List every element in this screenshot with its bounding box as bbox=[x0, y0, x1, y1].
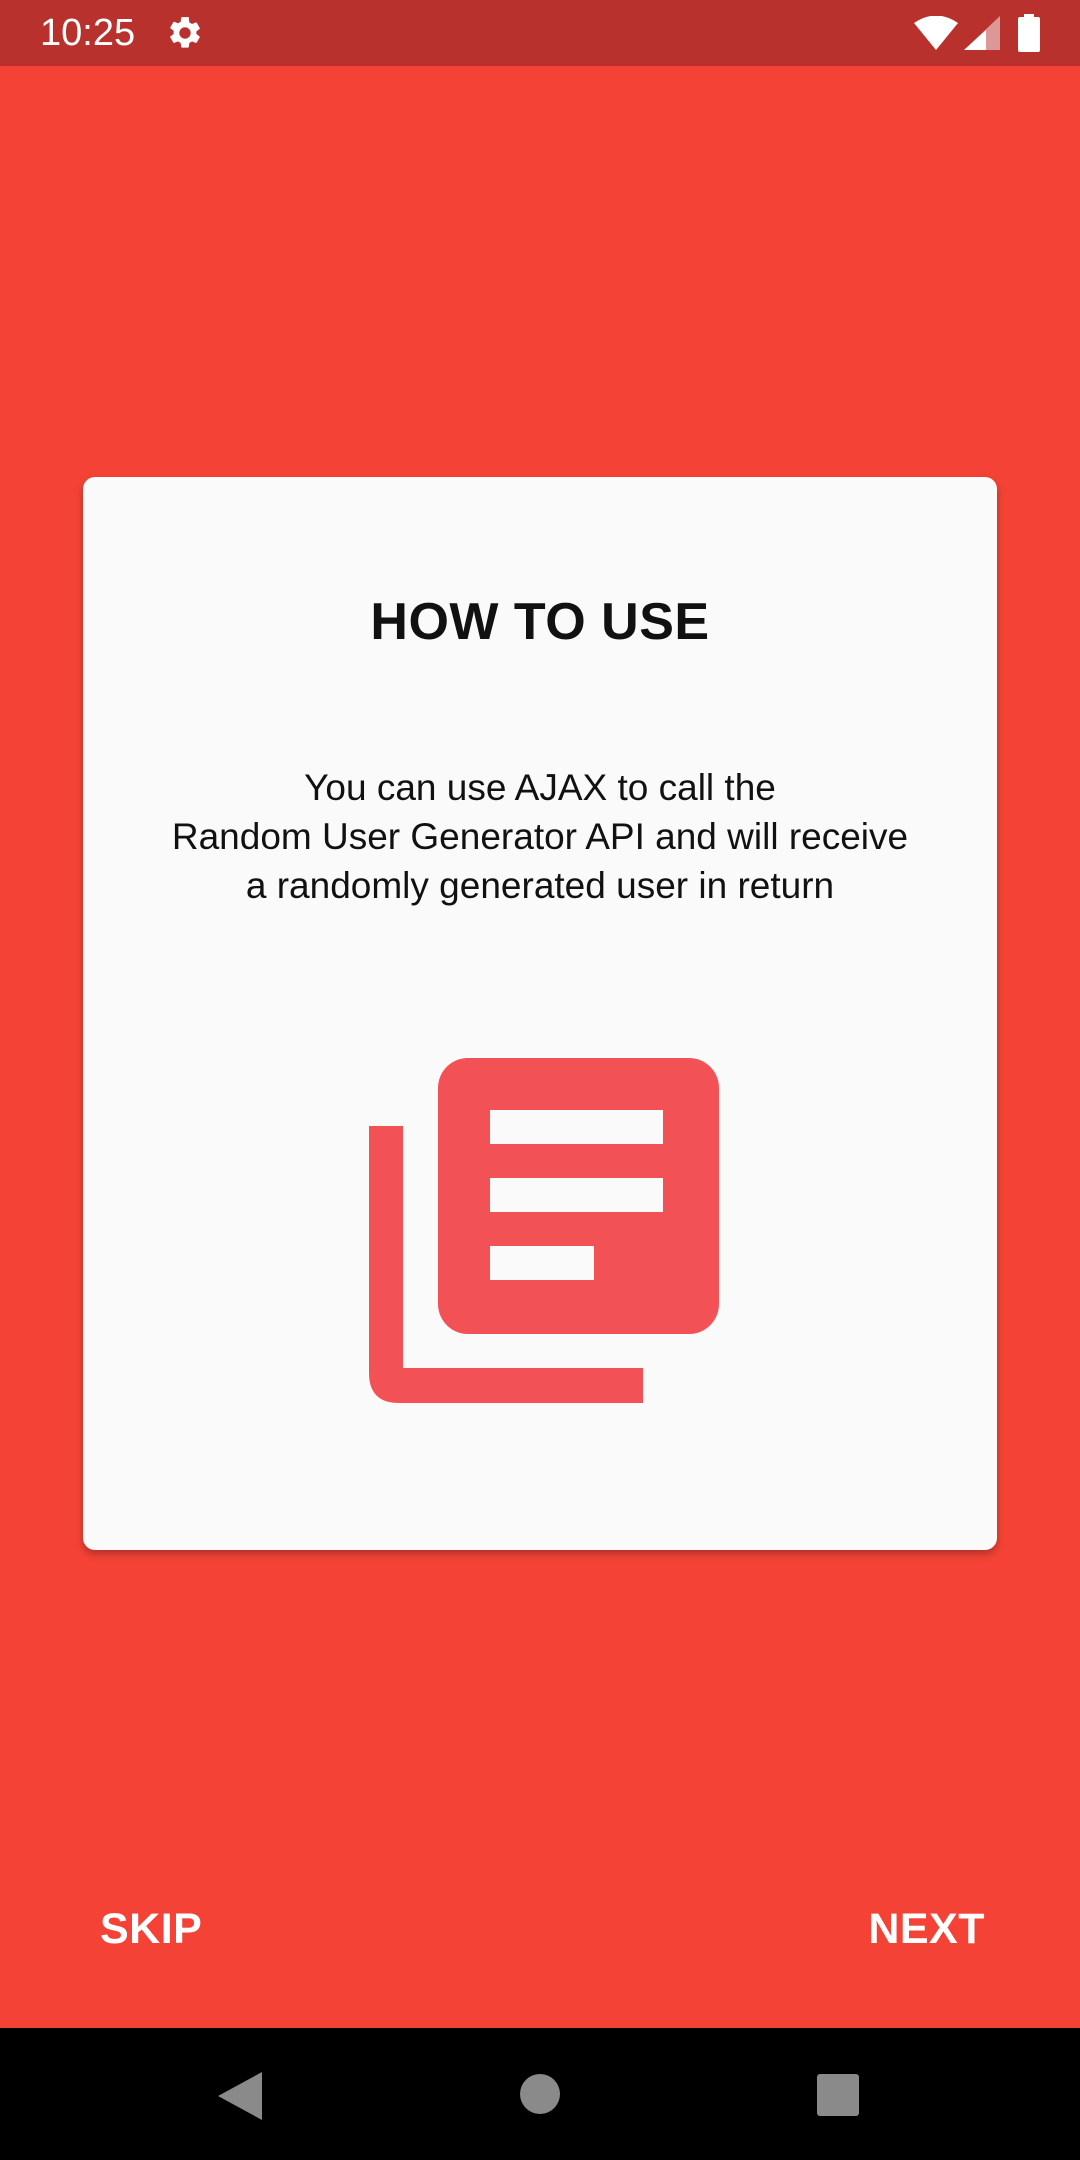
recents-icon[interactable] bbox=[817, 2074, 859, 2116]
home-icon[interactable] bbox=[520, 2074, 560, 2114]
status-bar: 10:25 bbox=[0, 0, 1080, 66]
settings-gear-icon bbox=[170, 17, 200, 48]
back-icon[interactable] bbox=[218, 2072, 262, 2120]
intro-card: HOW TO USE You can use AJAX to call the … bbox=[83, 477, 997, 1550]
card-title: HOW TO USE bbox=[370, 593, 710, 651]
battery-icon bbox=[1018, 14, 1040, 52]
library-books-icon bbox=[369, 1058, 719, 1403]
onboarding-screen: 10:25 HOW TO USE You can use AJAX to cal… bbox=[0, 0, 1080, 2160]
cell-signal-icon bbox=[964, 16, 1000, 50]
status-time: 10:25 bbox=[40, 12, 136, 54]
skip-button[interactable]: SKIP bbox=[100, 1905, 202, 1954]
navigation-bar bbox=[0, 2028, 1080, 2160]
card-description-line: Random User Generator API and will recei… bbox=[171, 816, 909, 857]
wifi-icon bbox=[914, 16, 958, 50]
card-description-line: a randomly generated user in return bbox=[245, 865, 835, 906]
next-button[interactable]: NEXT bbox=[868, 1905, 985, 1954]
card-description-line: You can use AJAX to call the bbox=[304, 767, 776, 808]
card-description: You can use AJAX to call the Random User… bbox=[123, 763, 957, 910]
